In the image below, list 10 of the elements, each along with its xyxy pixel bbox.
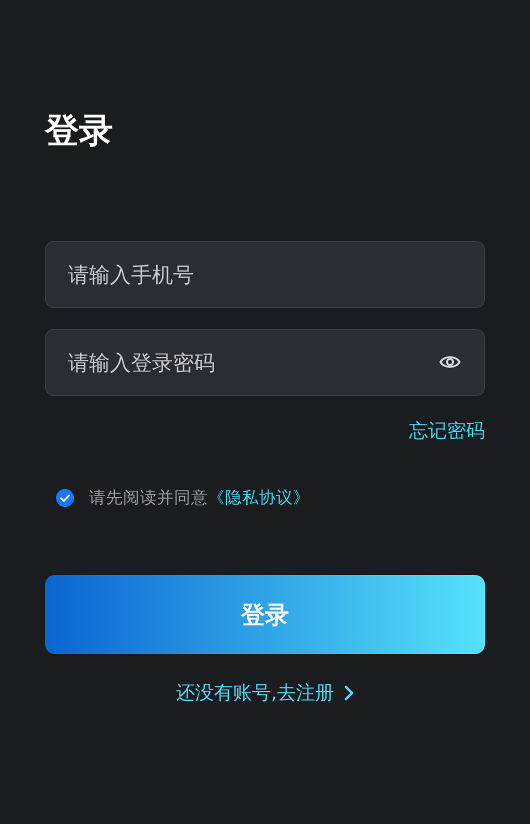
chevron-right-icon [344, 685, 354, 701]
agreement-checkbox[interactable] [56, 489, 74, 507]
password-field[interactable]: 请输入登录密码 [45, 329, 485, 396]
phone-field[interactable]: 请输入手机号 [45, 241, 485, 308]
privacy-policy-link[interactable]: 《隐私协议》 [208, 488, 310, 507]
forgot-password-link[interactable]: 忘记密码 [409, 418, 485, 444]
eye-icon[interactable] [439, 354, 461, 370]
agreement-text: 请先阅读并同意《隐私协议》 [89, 487, 310, 509]
page-title: 登录 [45, 110, 114, 153]
register-link[interactable]: 还没有账号,去注册 [176, 680, 354, 706]
